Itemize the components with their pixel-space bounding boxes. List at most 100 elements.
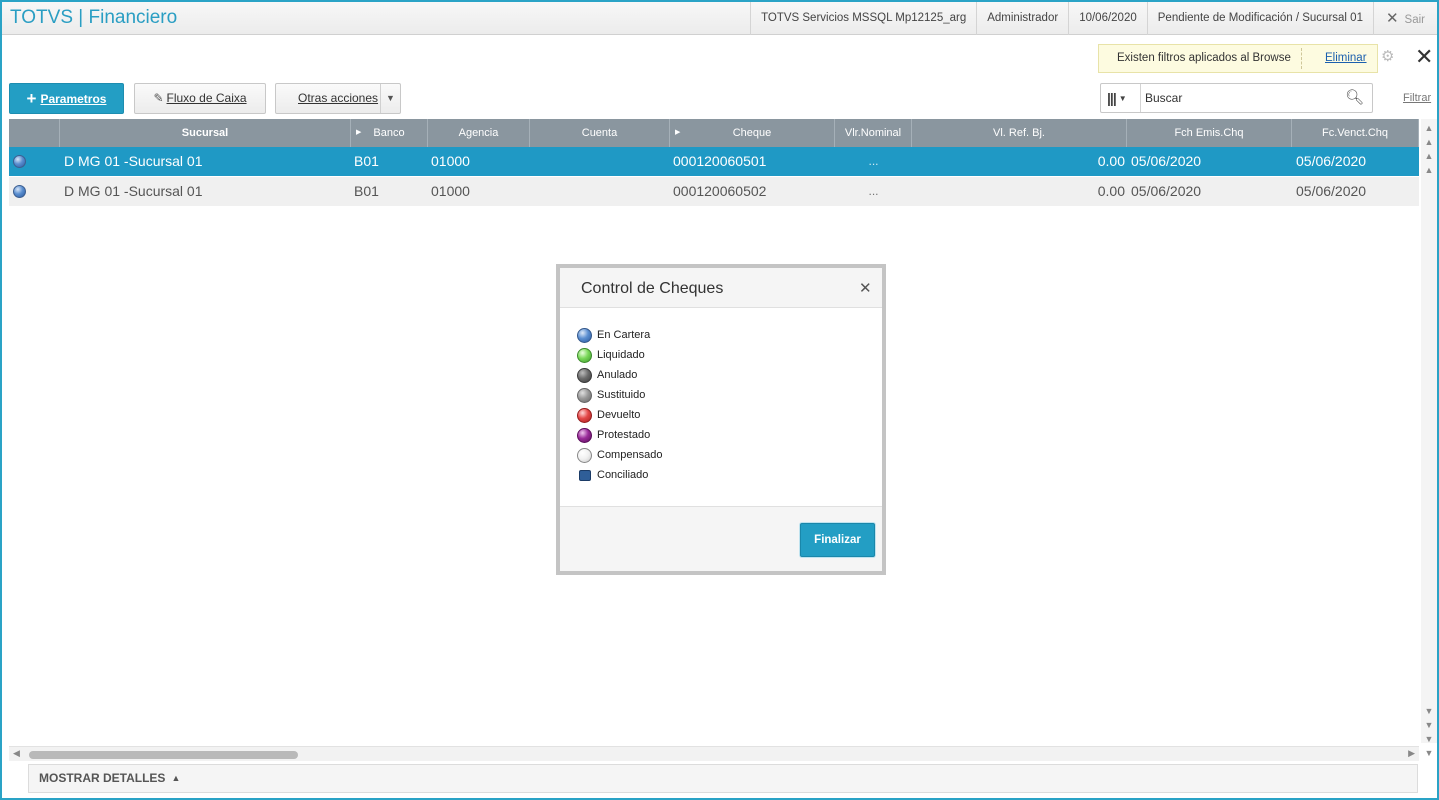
pencil-icon: ✎: [153, 91, 164, 105]
scroll-page-down-icon[interactable]: ▼: [1421, 718, 1437, 732]
column-header-cuenta[interactable]: Cuenta: [530, 119, 670, 147]
status-en-cartera-icon: [13, 155, 26, 168]
legend-item: Devuelto: [577, 408, 662, 428]
grid-header: Sucursal ▶ Banco Agencia Cuenta ▶ Cheque V…: [9, 119, 1419, 147]
column-selector[interactable]: ||| ▼: [1101, 84, 1141, 112]
scroll-right-icon[interactable]: ▶: [1408, 748, 1415, 759]
legend-label: Protestado: [597, 429, 651, 441]
cell-cuenta: [530, 177, 670, 206]
column-header-agencia[interactable]: Agencia: [428, 119, 530, 147]
dark-gray-ball-icon: [577, 368, 592, 383]
finalizar-button[interactable]: Finalizar: [800, 523, 875, 557]
remove-filters-link[interactable]: Eliminar: [1325, 45, 1367, 72]
cell-fch-emis: 05/06/2020: [1131, 153, 1202, 169]
legend-item: Liquidado: [577, 348, 662, 368]
parametros-label: Parametros: [40, 92, 107, 106]
status-column-header[interactable]: [9, 119, 60, 147]
table-row[interactable]: D MG 01 -Sucursal 01 B01 01000 000120060…: [9, 147, 1419, 176]
close-icon[interactable]: ✕: [859, 279, 872, 297]
legend-item: En Cartera: [577, 328, 662, 348]
search-box: |||▼ 🔍︎: [1100, 83, 1373, 113]
column-header-vlr-nominal[interactable]: Vlr.Nominal: [835, 119, 912, 147]
scroll-page-up-icon[interactable]: ▲: [1421, 149, 1437, 163]
column-header-fc-venct[interactable]: Fc.Venct.Chq: [1292, 119, 1419, 147]
legend-label: Devuelto: [597, 409, 641, 421]
scroll-bottom-icon[interactable]: ▼: [1421, 746, 1437, 760]
cell-banco: B01: [354, 183, 379, 199]
legend-label: Compensado: [597, 449, 663, 461]
cell-fc-venct: 05/06/2020: [1296, 153, 1367, 169]
parametros-button[interactable]: + Parametros: [9, 83, 124, 114]
table-row[interactable]: D MG 01 -Sucursal 01 B01 01000 000120060…: [9, 177, 1419, 206]
scroll-top-icon[interactable]: ▲: [1421, 121, 1437, 135]
scroll-step-up-icon[interactable]: ▲: [1421, 163, 1437, 177]
search-input[interactable]: [1145, 88, 1335, 108]
legend-label: Anulado: [597, 369, 638, 381]
legend-label: En Cartera: [597, 329, 651, 341]
purple-ball-icon: [577, 428, 592, 443]
otras-acciones-button[interactable]: Otras acciones ▼: [275, 83, 401, 114]
close-icon: ✕: [1385, 10, 1399, 27]
column-header-banco-label: Banco: [373, 127, 405, 139]
vertical-scrollbar[interactable]: [1421, 119, 1437, 743]
app-title: TOTVS | Financiero: [10, 7, 178, 28]
legend-item: Sustituido: [577, 388, 662, 408]
scroll-left-icon[interactable]: ◀: [13, 748, 20, 759]
search-icon[interactable]: 🔍︎: [1345, 88, 1364, 106]
filtrar-link[interactable]: Filtrar: [1403, 92, 1431, 104]
cell-vl-ref-bj: 0.00: [1097, 183, 1125, 199]
horizontal-scrollbar[interactable]: ◀ ▶: [9, 746, 1419, 761]
green-ball-icon: [577, 348, 592, 363]
cell-sucursal: D MG 01 -Sucursal 01: [64, 183, 203, 199]
filter-notice-message: Existen filtros aplicados al Browse: [1117, 52, 1291, 64]
dialog-footer: Finalizar: [560, 506, 882, 571]
cell-cheque: 000120060502: [673, 183, 767, 199]
chevron-down-icon[interactable]: ▼: [380, 84, 400, 113]
user-label: Administrador: [976, 2, 1068, 35]
session-info: TOTVS Servicios MSSQL Mp12125_arg Admini…: [750, 2, 1437, 35]
cell-sucursal: D MG 01 -Sucursal 01: [64, 153, 203, 169]
cell-vlr-nominal: ...: [868, 154, 879, 168]
scroll-down-icon[interactable]: ▼: [1421, 732, 1437, 746]
column-header-cheque[interactable]: ▶ Cheque: [670, 119, 835, 147]
exit-button[interactable]: ✕ Sair: [1372, 2, 1437, 35]
white-ball-icon: [577, 448, 592, 463]
server-label: TOTVS Servicios MSSQL Mp12125_arg: [750, 2, 976, 35]
fluxo-caixa-label: Fluxo de Caixa: [166, 91, 247, 105]
date-label: 10/06/2020: [1068, 2, 1147, 35]
columns-icon: |||: [1107, 90, 1117, 106]
cell-vl-ref-bj: 0.00: [1097, 153, 1125, 169]
gray-ball-icon: [577, 388, 592, 403]
gear-icon[interactable]: ⚙: [1381, 49, 1397, 65]
legend-label: Liquidado: [597, 349, 645, 361]
cell-cuenta: [530, 147, 670, 176]
column-header-cheque-label: Cheque: [732, 127, 772, 139]
cell-fc-venct: 05/06/2020: [1296, 183, 1367, 199]
cell-fch-emis: 05/06/2020: [1131, 183, 1202, 199]
legend-item: Compensado: [577, 448, 662, 468]
cell-banco: B01: [354, 153, 379, 169]
cell-agencia: 01000: [431, 183, 470, 199]
show-details-label: MOSTRAR DETALLES: [39, 771, 166, 785]
legend-label: Conciliado: [597, 469, 649, 481]
scroll-up-icon[interactable]: ▲: [1421, 135, 1437, 149]
column-header-vl-ref-bj[interactable]: Vl. Ref. Bj.: [912, 119, 1127, 147]
fluxo-caixa-button[interactable]: ✎ Fluxo de Caixa: [134, 83, 266, 114]
status-en-cartera-icon: [13, 185, 26, 198]
exit-label: Sair: [1404, 14, 1425, 26]
top-bar: TOTVS | Financiero TOTVS Servicios MSSQL…: [2, 2, 1437, 35]
show-details-bar[interactable]: MOSTRAR DETALLES ▲: [28, 764, 1418, 793]
horizontal-scroll-thumb[interactable]: [29, 751, 298, 759]
otras-acciones-label: Otras acciones: [298, 91, 379, 105]
close-browse-icon[interactable]: ✕: [1415, 46, 1433, 68]
sort-icon: ▶: [356, 129, 362, 136]
column-header-banco[interactable]: ▶ Banco: [351, 119, 428, 147]
scroll-step-down-icon[interactable]: ▼: [1421, 704, 1437, 718]
blue-ball-icon: [577, 328, 592, 343]
column-header-fch-emis[interactable]: Fch Emis.Chq: [1127, 119, 1292, 147]
caret-down-icon: ▼: [1118, 94, 1127, 103]
status-cell: [9, 177, 60, 206]
column-header-sucursal[interactable]: Sucursal: [60, 119, 351, 147]
status-label: Pendiente de Modificación / Sucursal 01: [1146, 2, 1373, 35]
blue-square-icon: [579, 470, 591, 481]
